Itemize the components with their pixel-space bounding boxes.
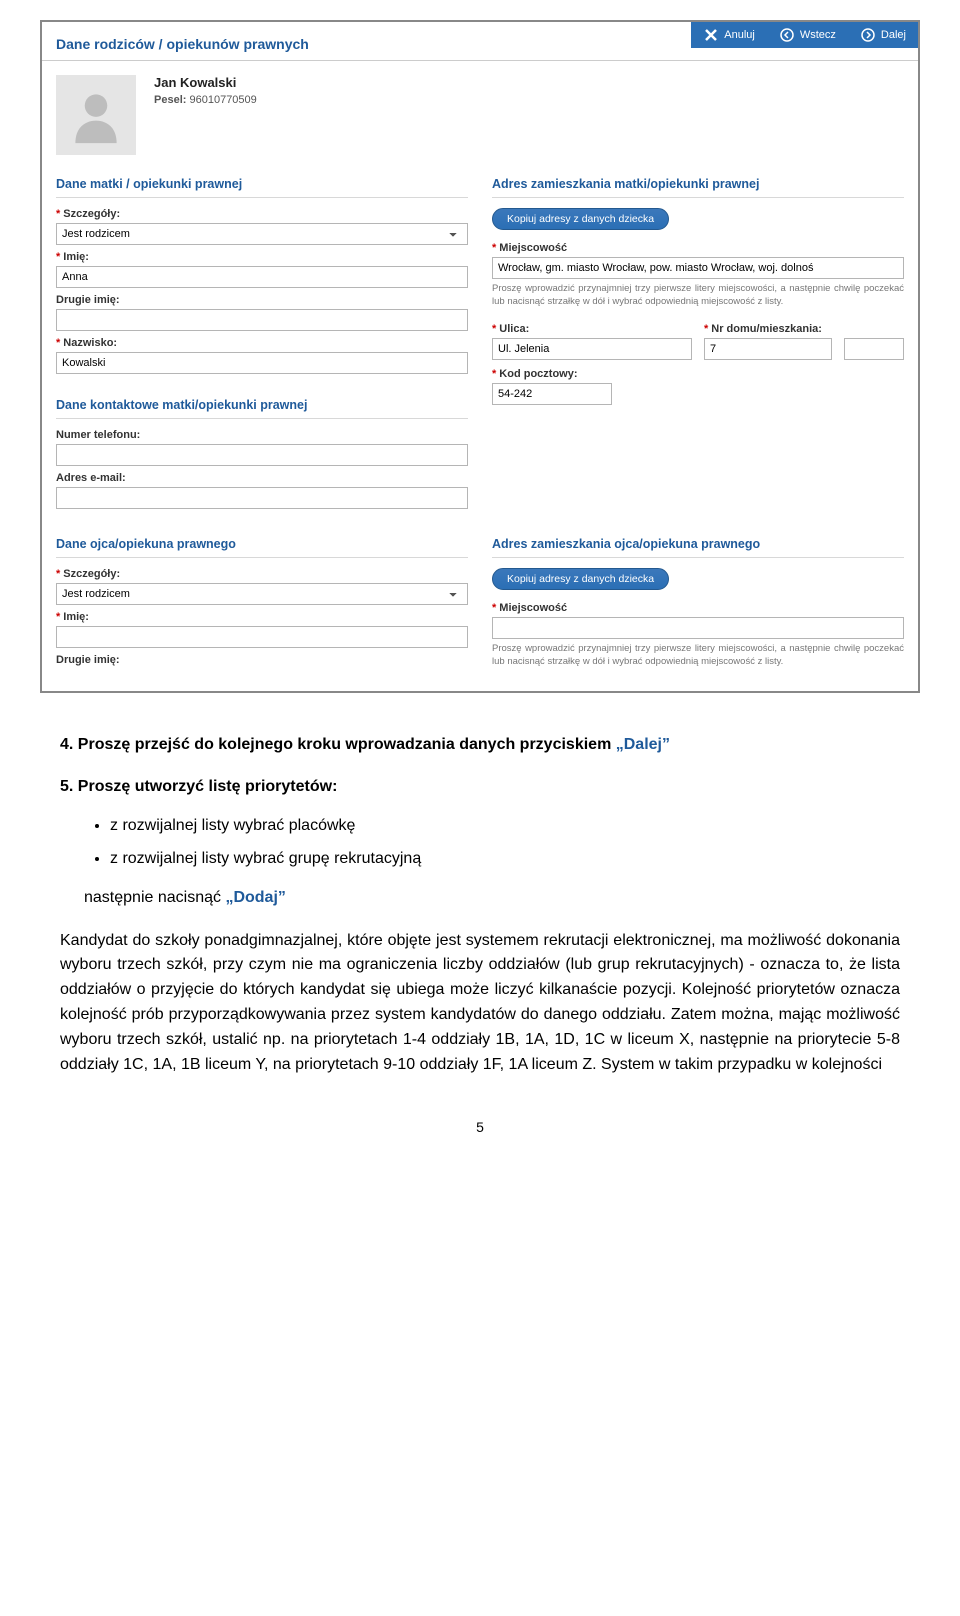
mother-house-label: *Nr domu/mieszkania: — [704, 323, 904, 335]
father-firstname-input[interactable] — [56, 626, 468, 648]
mother-middlename-label: Drugie imię: — [56, 294, 468, 306]
document-body: 4. Proszę przejść do kolejnego kroku wpr… — [0, 723, 960, 1169]
mother-street-label: *Ulica: — [492, 323, 692, 335]
father-city-hint: Proszę wprowadzić przynajmniej trzy pier… — [492, 643, 904, 669]
mother-phone-input[interactable] — [56, 444, 468, 466]
father-details-select[interactable]: Jest rodzicem — [56, 583, 468, 605]
next-label: Dalej — [881, 29, 906, 41]
mother-postal-label: *Kod pocztowy: — [492, 368, 904, 380]
father-details-label: *Szczegóły: — [56, 568, 468, 580]
pesel-value: 96010770509 — [189, 94, 256, 106]
avatar — [56, 75, 136, 155]
cancel-label: Anuluj — [724, 29, 755, 41]
step5-keyword: „Dodaj” — [225, 889, 285, 906]
mother-street-input[interactable] — [492, 338, 692, 360]
mother-contact-header: Dane kontaktowe matki/opiekunki prawnej — [56, 390, 468, 419]
mother-postal-input[interactable] — [492, 383, 612, 405]
mother-email-label: Adres e-mail: — [56, 472, 468, 484]
mother-phone-label: Numer telefonu: — [56, 429, 468, 441]
mother-address-header: Adres zamieszkania matki/opiekunki prawn… — [492, 169, 904, 198]
candidate-profile: Jan Kowalski Pesel: 96010770509 — [42, 61, 918, 169]
explanation-paragraph: Kandydat do szkoły ponadgimnazjalnej, kt… — [60, 929, 900, 1078]
mother-city-input[interactable] — [492, 257, 904, 279]
mother-firstname-label: *Imię: — [56, 251, 468, 263]
page-number: 5 — [60, 1117, 900, 1139]
mother-middlename-input[interactable] — [56, 309, 468, 331]
form-screenshot: Anuluj Wstecz Dalej Dane rodziców / opie… — [40, 20, 920, 693]
back-button[interactable]: Wstecz — [767, 22, 848, 48]
wizard-action-bar: Anuluj Wstecz Dalej — [691, 22, 918, 48]
mother-firstname-input[interactable] — [56, 266, 468, 288]
father-city-label: *Miejscowość — [492, 602, 904, 614]
chevron-right-icon — [860, 27, 876, 43]
father-address-header: Adres zamieszkania ojca/opiekuna prawneg… — [492, 529, 904, 558]
candidate-name: Jan Kowalski — [154, 75, 257, 90]
mother-house-input[interactable] — [704, 338, 832, 360]
mother-city-label: *Miejscowość — [492, 242, 904, 254]
step-5: 5. Proszę utworzyć listę priorytetów: z … — [60, 775, 900, 910]
next-button[interactable]: Dalej — [848, 22, 918, 48]
mother-email-input[interactable] — [56, 487, 468, 509]
step4-keyword: „Dalej” — [616, 736, 670, 753]
mother-details-label: *Szczegóły: — [56, 208, 468, 220]
step5-after: następnie nacisnąć „Dodaj” — [84, 886, 900, 911]
mother-details-select[interactable]: Jest rodzicem — [56, 223, 468, 245]
step4-text: 4. Proszę przejść do kolejnego kroku wpr… — [60, 736, 616, 753]
step5-title: 5. Proszę utworzyć listę priorytetów: — [60, 775, 900, 800]
step-4: 4. Proszę przejść do kolejnego kroku wpr… — [60, 733, 900, 758]
cancel-button[interactable]: Anuluj — [691, 22, 767, 48]
father-firstname-label: *Imię: — [56, 611, 468, 623]
father-data-header: Dane ojca/opiekuna prawnego — [56, 529, 468, 558]
back-label: Wstecz — [800, 29, 836, 41]
chevron-left-icon — [779, 27, 795, 43]
copy-child-address-father-button[interactable]: Kopiuj adresy z danych dziecka — [492, 568, 669, 590]
bullet-1: z rozwijalnej listy wybrać placówkę — [110, 814, 900, 839]
person-icon — [66, 85, 126, 145]
pesel-label: Pesel: — [154, 94, 186, 106]
mother-data-header: Dane matki / opiekunki prawnej — [56, 169, 468, 198]
copy-child-address-mother-button[interactable]: Kopiuj adresy z danych dziecka — [492, 208, 669, 230]
father-middlename-label: Drugie imię: — [56, 654, 468, 666]
mother-lastname-label: *Nazwisko: — [56, 337, 468, 349]
mother-apt-input[interactable] — [844, 338, 904, 360]
close-icon — [703, 27, 719, 43]
bullet-2: z rozwijalnej listy wybrać grupę rekruta… — [110, 847, 900, 872]
mother-lastname-input[interactable] — [56, 352, 468, 374]
father-city-input[interactable] — [492, 617, 904, 639]
mother-city-hint: Proszę wprowadzić przynajmniej trzy pier… — [492, 283, 904, 309]
